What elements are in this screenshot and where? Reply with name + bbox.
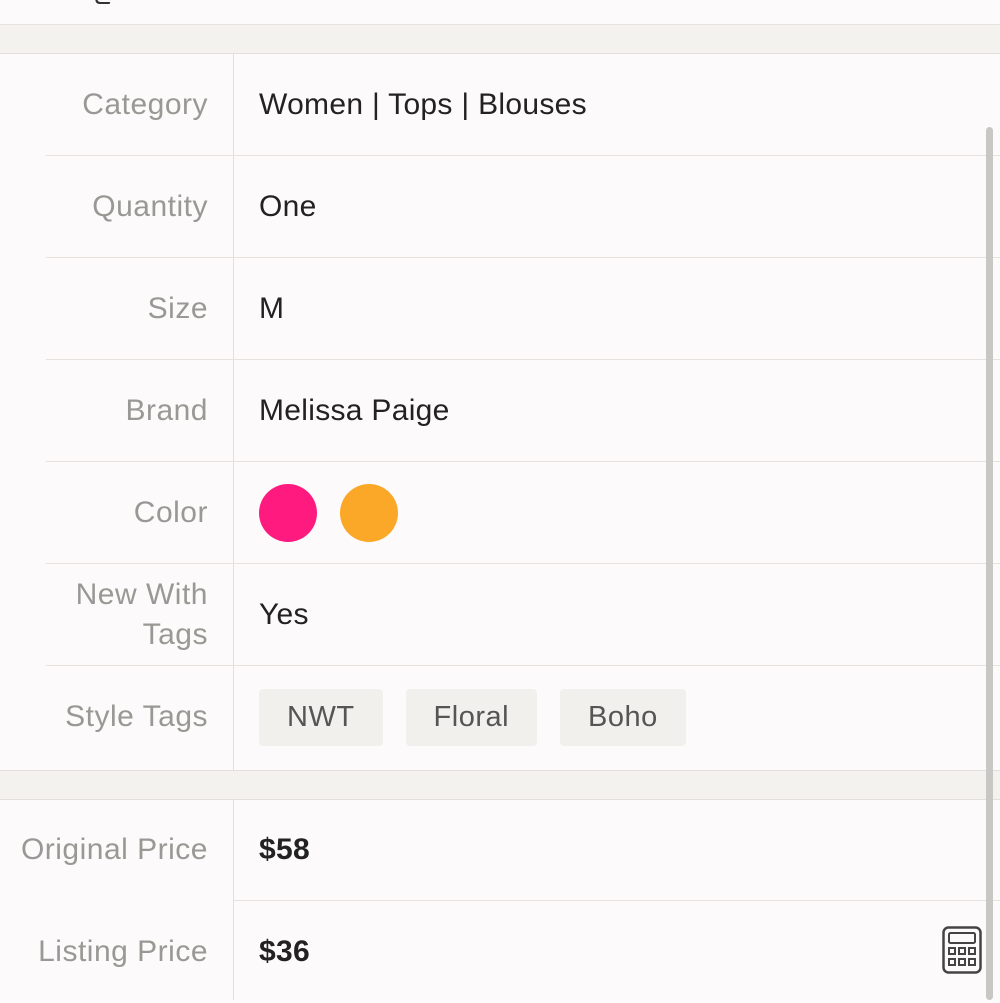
quantity-label: Quantity bbox=[92, 190, 208, 223]
new-with-tags-label: New With Tags bbox=[75, 578, 208, 651]
original-price-label: Original Price bbox=[20, 833, 208, 866]
category-label: Category bbox=[82, 88, 208, 121]
style-tag-chip[interactable]: NWT bbox=[259, 688, 383, 746]
style-tag-chip[interactable]: Floral bbox=[405, 688, 538, 746]
row-color[interactable]: Color bbox=[0, 462, 1000, 564]
row-listing-price[interactable]: Listing Price $36 bbox=[0, 901, 1000, 1003]
new-with-tags-value: Yes bbox=[259, 598, 309, 631]
row-size[interactable]: Size M bbox=[0, 258, 1000, 360]
row-brand[interactable]: Brand Melissa Paige bbox=[0, 360, 1000, 462]
pricing-section: Original Price $58 Listing Price $36 bbox=[0, 799, 1000, 1000]
section-separator bbox=[0, 25, 1000, 54]
original-price-value: $58 bbox=[259, 833, 310, 866]
listing-price-value: $36 bbox=[259, 935, 310, 968]
scrollbar[interactable] bbox=[986, 127, 993, 1000]
calculator-icon bbox=[942, 926, 982, 974]
listing-price-label: Listing Price bbox=[38, 935, 208, 968]
color-swatch-pink[interactable] bbox=[259, 484, 317, 542]
color-label: Color bbox=[133, 496, 208, 529]
row-quantity[interactable]: Quantity One bbox=[0, 156, 1000, 258]
previous-section-stub bbox=[0, 0, 1000, 25]
brand-value: Melissa Paige bbox=[259, 394, 450, 427]
quantity-value: One bbox=[259, 190, 317, 223]
row-style-tags[interactable]: Style Tags NWT Floral Boho bbox=[0, 666, 1000, 768]
listing-details: Category Women | Tops | Blouses Quantity… bbox=[0, 54, 1000, 770]
category-value: Women | Tops | Blouses bbox=[259, 88, 587, 121]
color-swatches bbox=[259, 462, 421, 564]
color-swatch-orange[interactable] bbox=[340, 484, 398, 542]
text-fragment bbox=[93, 0, 115, 4]
size-label: Size bbox=[147, 292, 208, 325]
brand-label: Brand bbox=[125, 394, 208, 427]
style-tags-list: NWT Floral Boho bbox=[259, 666, 709, 768]
style-tag-chip[interactable]: Boho bbox=[560, 688, 686, 746]
size-value: M bbox=[259, 292, 285, 325]
row-original-price[interactable]: Original Price $58 bbox=[0, 799, 1000, 901]
row-new-with-tags[interactable]: New With Tags Yes bbox=[0, 564, 1000, 666]
calculator-button[interactable] bbox=[942, 926, 982, 974]
section-separator bbox=[0, 770, 1000, 800]
row-category[interactable]: Category Women | Tops | Blouses bbox=[0, 54, 1000, 156]
style-tags-label: Style Tags bbox=[65, 700, 208, 733]
